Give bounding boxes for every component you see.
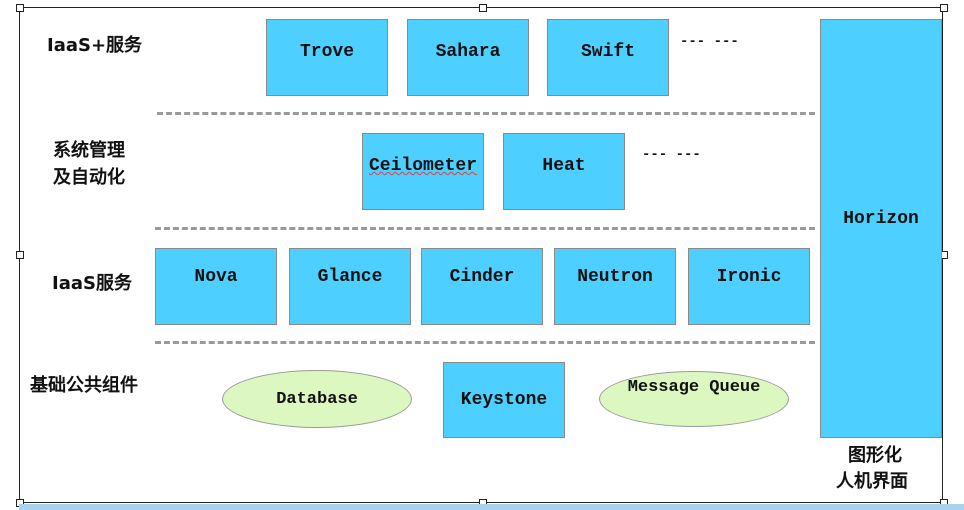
component-keystone: Keystone	[443, 362, 565, 438]
resize-handle[interactable]	[16, 4, 24, 12]
more-ellipsis: --- ---	[642, 147, 701, 163]
service-ceilometer: Ceilometer	[362, 133, 484, 210]
service-cinder: Cinder	[421, 248, 543, 325]
page-edge-strip	[19, 504, 964, 510]
layer-divider	[155, 227, 815, 230]
service-sahara: Sahara	[407, 19, 529, 96]
resize-handle[interactable]	[940, 4, 948, 12]
component-message-queue: Message Queue	[599, 371, 789, 427]
layer-label-iaas-plus: IaaS+服务	[47, 35, 143, 56]
service-trove: Trove	[266, 19, 388, 96]
service-ceilometer-label: Ceilometer	[368, 156, 478, 176]
layer-label-management-2: 及自动化	[53, 167, 125, 188]
dashboard-caption-2: 人机界面	[836, 471, 908, 492]
layer-label-iaas: IaaS服务	[52, 273, 132, 294]
layer-label-common: 基础公共组件	[30, 375, 138, 396]
component-database: Database	[222, 370, 412, 428]
service-ironic: Ironic	[688, 248, 810, 325]
service-nova: Nova	[155, 248, 277, 325]
dashboard-horizon: Horizon	[820, 19, 942, 438]
layer-divider	[157, 112, 815, 115]
resize-handle[interactable]	[479, 4, 487, 12]
service-glance: Glance	[289, 248, 411, 325]
openstack-architecture-diagram: IaaS+服务 Trove Sahara Swift --- --- 系统管理 …	[0, 0, 964, 510]
layer-divider	[155, 341, 815, 344]
layer-label-management-1: 系统管理	[53, 140, 125, 161]
more-ellipsis: --- ---	[680, 34, 739, 50]
resize-handle[interactable]	[16, 251, 24, 259]
service-swift: Swift	[547, 19, 669, 96]
dashboard-caption-1: 图形化	[848, 445, 902, 466]
service-neutron: Neutron	[554, 248, 676, 325]
service-heat: Heat	[503, 133, 625, 210]
